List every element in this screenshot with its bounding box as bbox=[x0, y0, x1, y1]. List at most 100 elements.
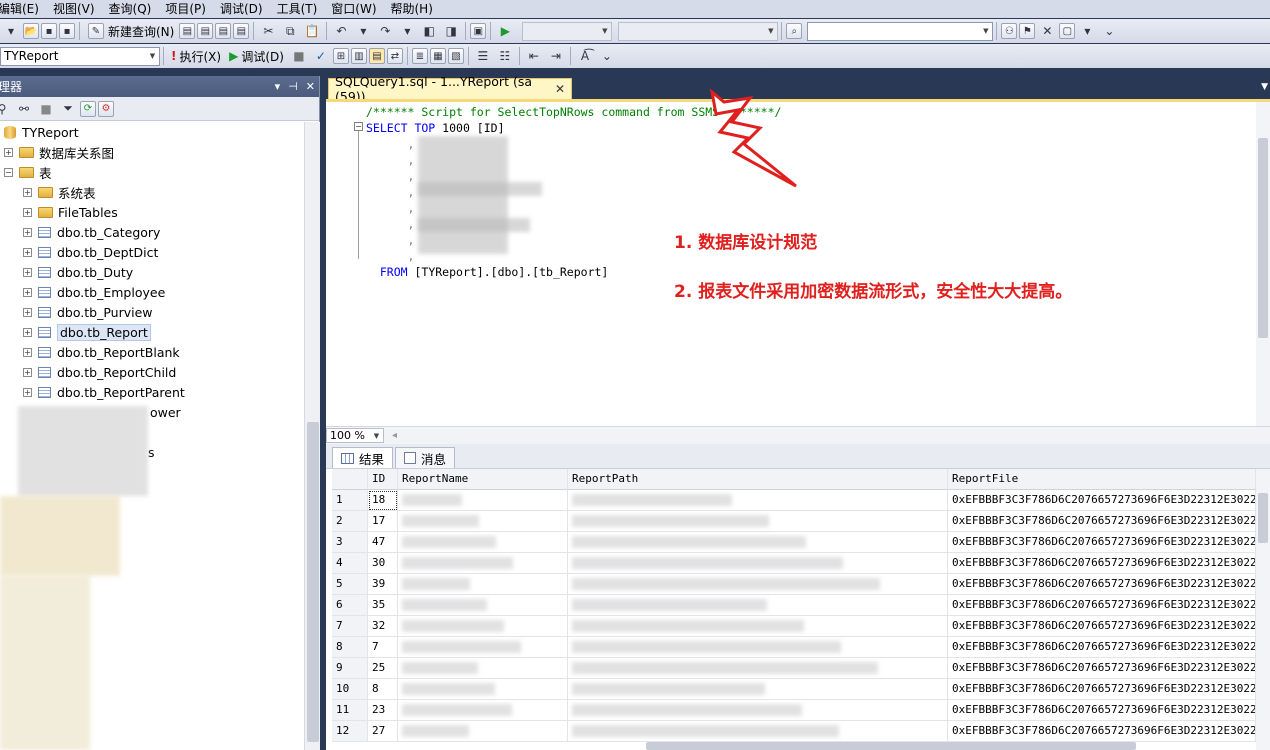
query-editor[interactable]: − /****** Script for SelectTopNRows comm… bbox=[326, 88, 1270, 429]
cell-report-file[interactable]: 0xEFBBBF3C3F786D6C2076657273696F6E3D2231… bbox=[948, 679, 1256, 700]
menu-window[interactable]: 窗口(W) bbox=[324, 0, 383, 18]
tree-node-table[interactable]: + dbo.tb_ReportParent bbox=[0, 382, 304, 402]
expand-icon[interactable]: + bbox=[23, 187, 32, 197]
properties-icon[interactable]: ▢ bbox=[1059, 23, 1076, 39]
close-icon[interactable]: ✕ bbox=[555, 82, 565, 96]
row-number[interactable]: 2 bbox=[332, 511, 368, 532]
paste-icon[interactable]: 📋 bbox=[302, 21, 322, 41]
image-icon[interactable]: ▣ bbox=[470, 23, 487, 39]
grid-horizontal-scrollbar-thumb[interactable] bbox=[646, 742, 1136, 750]
column-header[interactable]: ID bbox=[368, 469, 398, 490]
dmx-query-icon[interactable]: ▤ bbox=[215, 23, 232, 39]
row-number[interactable]: 3 bbox=[332, 532, 368, 553]
copy-icon[interactable]: ⧉ bbox=[280, 21, 300, 41]
tree-node-table[interactable]: + dbo.tb_Purview bbox=[0, 302, 304, 322]
available-databases-combo[interactable]: TYReport ▼ bbox=[0, 46, 160, 66]
open-file-icon[interactable]: 📂 bbox=[23, 23, 39, 39]
row-number[interactable]: 6 bbox=[332, 595, 368, 616]
solution-config-combo[interactable]: ▼ bbox=[522, 21, 613, 41]
cell-id[interactable]: 25 bbox=[368, 658, 398, 679]
cell-report-name[interactable] bbox=[398, 532, 568, 553]
expand-icon[interactable]: + bbox=[23, 327, 32, 337]
cell-report-path[interactable] bbox=[568, 574, 948, 595]
column-header[interactable]: ReportFile bbox=[948, 469, 1256, 490]
cell-report-name[interactable] bbox=[398, 700, 568, 721]
cancel-query-icon[interactable]: ■ bbox=[289, 46, 309, 66]
toolbar-options-icon[interactable]: ⌄ bbox=[1099, 21, 1119, 41]
expand-icon[interactable]: + bbox=[23, 387, 32, 397]
cell-report-path[interactable] bbox=[568, 532, 948, 553]
parse-icon[interactable]: ✓ bbox=[311, 46, 331, 66]
find-in-files-icon[interactable]: ⌕ bbox=[786, 23, 803, 39]
cell-report-path[interactable] bbox=[568, 700, 948, 721]
tree-node-table[interactable]: + dbo.tb_ReportChild bbox=[0, 362, 304, 382]
scrollbar-thumb[interactable] bbox=[307, 422, 319, 742]
cell-report-path[interactable] bbox=[568, 616, 948, 637]
estimated-plan-icon[interactable]: ⊞ bbox=[332, 48, 349, 64]
toolbar-options-icon[interactable]: ⌄ bbox=[597, 46, 617, 66]
cell-id[interactable]: 27 bbox=[368, 721, 398, 742]
row-number[interactable]: 11 bbox=[332, 700, 368, 721]
analysis-query-icon[interactable]: ▤ bbox=[197, 23, 214, 39]
cell-id[interactable]: 39 bbox=[368, 574, 398, 595]
menu-query[interactable]: 查询(Q) bbox=[102, 0, 159, 18]
find-combo[interactable]: ▼ bbox=[807, 21, 994, 41]
cell-id[interactable]: 17 bbox=[368, 511, 398, 532]
query-designer-icon[interactable]: ▥ bbox=[350, 48, 367, 64]
execute-button[interactable]: ! 执行(X) bbox=[167, 48, 225, 65]
registered-servers-icon[interactable]: ⚇ bbox=[1001, 23, 1018, 39]
cell-id[interactable]: 23 bbox=[368, 700, 398, 721]
undo-dropdown-icon[interactable]: ▾ bbox=[353, 21, 373, 41]
expand-icon[interactable]: + bbox=[23, 287, 32, 297]
close-icon[interactable]: ✕ bbox=[306, 80, 315, 93]
table-row[interactable]: 2 17 0xEFBBBF3C3F786D6C2076657273696F6E3D2… bbox=[332, 511, 1256, 532]
cell-report-name[interactable] bbox=[398, 574, 568, 595]
column-header[interactable]: ReportName bbox=[398, 469, 568, 490]
cell-report-path[interactable] bbox=[568, 658, 948, 679]
cell-report-file[interactable]: 0xEFBBBF3C3F786D6C2076657273696F6E3D2231… bbox=[948, 700, 1256, 721]
cell-report-file[interactable]: 0xEFBBBF3C3F786D6C2076657273696F6E3D2231… bbox=[948, 553, 1256, 574]
disconnect-icon[interactable]: ⚯ bbox=[14, 99, 34, 119]
row-number[interactable]: 1 bbox=[332, 490, 368, 511]
tab-messages[interactable]: 消息 bbox=[395, 447, 456, 468]
uncomment-lines-icon[interactable]: ☷ bbox=[495, 46, 515, 66]
activity-monitor-icon[interactable]: ⚙ bbox=[98, 100, 114, 117]
tree-node-table[interactable]: + dbo.tb_Employee bbox=[0, 282, 304, 302]
cell-report-path[interactable] bbox=[568, 679, 948, 700]
tab-results[interactable]: 结果 bbox=[332, 447, 394, 468]
tree-node-database[interactable]: TYReport bbox=[0, 122, 304, 142]
cell-report-file[interactable]: 0xEFBBBF3C3F786D6C2076657273696F6E3D2231… bbox=[948, 490, 1256, 511]
collapse-icon[interactable]: − bbox=[354, 122, 363, 131]
cell-id[interactable]: 8 bbox=[368, 679, 398, 700]
menu-project[interactable]: 项目(P) bbox=[158, 0, 213, 18]
editor-scrollbar[interactable] bbox=[1256, 102, 1270, 429]
cell-id[interactable]: 30 bbox=[368, 553, 398, 574]
cell-id[interactable]: 47 bbox=[368, 532, 398, 553]
decrease-indent-icon[interactable]: ⇤ bbox=[524, 46, 544, 66]
tree-node-table[interactable]: + dbo.tb_ReportBlank bbox=[0, 342, 304, 362]
cell-report-file[interactable]: 0xEFBBBF3C3F786D6C2076657273696F6E3D2231… bbox=[948, 658, 1256, 679]
save-all-icon[interactable]: ▪ bbox=[59, 23, 75, 39]
cell-report-path[interactable] bbox=[568, 490, 948, 511]
cell-id[interactable]: 18 bbox=[368, 490, 398, 511]
cell-report-path[interactable] bbox=[568, 595, 948, 616]
table-row[interactable]: 11 23 0xEFBBBF3C3F786D6C2076657273696F6E3D… bbox=[332, 700, 1256, 721]
table-row[interactable]: 5 39 0xEFBBBF3C3F786D6C2076657273696F6E3D2… bbox=[332, 574, 1256, 595]
table-row[interactable]: 3 47 0xEFBBBF3C3F786D6C2076657273696F6E3D2… bbox=[332, 532, 1256, 553]
cut-icon[interactable]: ✂ bbox=[258, 21, 278, 41]
cell-report-path[interactable] bbox=[568, 637, 948, 658]
filter-icon[interactable]: ⏷ bbox=[58, 99, 78, 119]
cell-report-name[interactable] bbox=[398, 490, 568, 511]
table-row[interactable]: 7 32 0xEFBBBF3C3F786D6C2076657273696F6E3D2… bbox=[332, 616, 1256, 637]
results-to-grid-icon[interactable]: ▦ bbox=[429, 48, 446, 64]
tab-sqlquery1[interactable]: SQLQuery1.sql - 1...YReport (sa (59)) ✕ bbox=[328, 74, 572, 104]
scroll-left-icon[interactable]: ◂ bbox=[392, 430, 397, 441]
cell-report-name[interactable] bbox=[398, 616, 568, 637]
results-to-text-icon[interactable]: ≣ bbox=[411, 48, 428, 64]
include-plan-icon[interactable]: ▤ bbox=[368, 48, 385, 64]
redo-dropdown-icon[interactable]: ▾ bbox=[397, 21, 417, 41]
cell-report-name[interactable] bbox=[398, 553, 568, 574]
expand-icon[interactable]: + bbox=[23, 267, 32, 277]
menu-view[interactable]: 视图(V) bbox=[46, 0, 102, 18]
cell-id[interactable]: 35 bbox=[368, 595, 398, 616]
